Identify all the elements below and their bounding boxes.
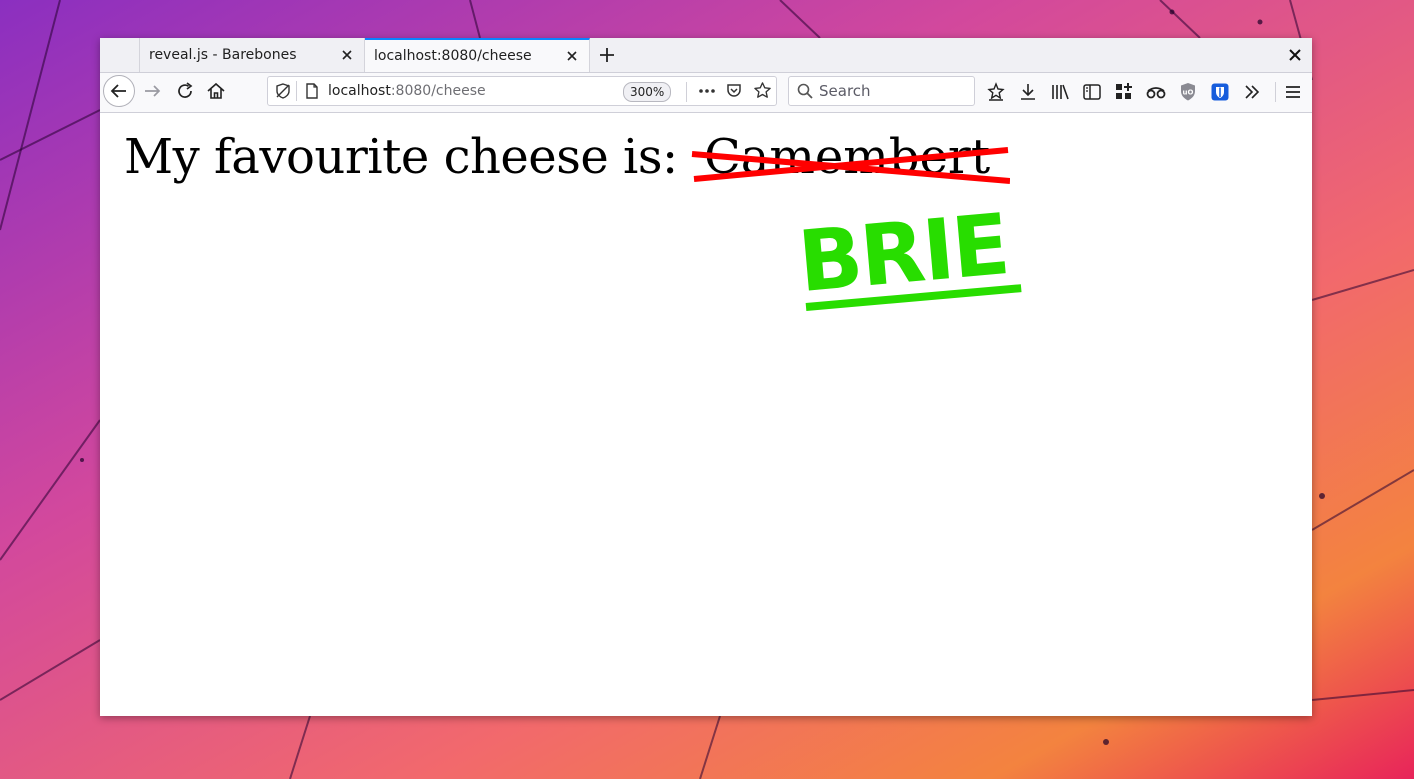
toolbar-divider: [1275, 82, 1276, 102]
bookmark-star-icon[interactable]: [753, 81, 772, 100]
ublock-icon[interactable]: uO: [1176, 80, 1200, 104]
browser-window: reveal.js - Barebones localhost:8080/che…: [100, 38, 1312, 716]
hamburger-menu-icon[interactable]: [1281, 80, 1305, 104]
tab-localhost-cheese[interactable]: localhost:8080/cheese: [365, 38, 590, 72]
tab-bar: reveal.js - Barebones localhost:8080/che…: [100, 38, 1312, 73]
zoom-level-badge[interactable]: 300%: [623, 82, 672, 102]
bookmark-menu-icon[interactable]: [984, 80, 1008, 104]
tab-bar-spacer: [100, 38, 140, 72]
url-divider: [686, 82, 687, 102]
search-icon: [796, 82, 814, 100]
search-placeholder: Search: [819, 82, 871, 100]
new-tab-icon[interactable]: [596, 44, 618, 66]
page-content: My favourite cheese is: Camembert BRIE: [100, 113, 1312, 716]
svg-text:uO: uO: [1183, 89, 1194, 97]
close-icon[interactable]: [565, 49, 579, 63]
url-host: localhost: [328, 83, 391, 99]
tab-label: localhost:8080/cheese: [374, 48, 532, 64]
home-icon[interactable]: [204, 79, 228, 103]
close-icon[interactable]: [340, 48, 354, 62]
extension-grid-icon[interactable]: [1112, 80, 1136, 104]
page-icon[interactable]: [304, 82, 320, 100]
url-divider: [296, 81, 297, 101]
sidebar-icon[interactable]: [1080, 80, 1104, 104]
url-path: :8080/cheese: [390, 83, 486, 99]
url-text[interactable]: localhost:8080/cheese: [328, 83, 486, 99]
forward-icon[interactable]: [141, 79, 165, 103]
tab-reveal-barebones[interactable]: reveal.js - Barebones: [140, 38, 365, 72]
tracker-icon[interactable]: [1144, 80, 1168, 104]
reload-icon[interactable]: [173, 79, 197, 103]
strike-through-marks: [691, 147, 1010, 184]
tracking-protection-icon[interactable]: [274, 82, 292, 100]
page-actions-icon[interactable]: [696, 82, 718, 100]
bitwarden-icon[interactable]: [1208, 80, 1232, 104]
overflow-icon[interactable]: [1240, 80, 1264, 104]
search-bar[interactable]: Search: [788, 76, 975, 106]
cheese-sentence: My favourite cheese is:: [124, 129, 678, 185]
pocket-icon[interactable]: [725, 82, 743, 100]
navigation-toolbar: localhost:8080/cheese 300% Search uO: [100, 73, 1312, 113]
back-icon[interactable]: [103, 75, 135, 107]
window-close-icon[interactable]: [1288, 48, 1302, 62]
library-icon[interactable]: [1048, 80, 1072, 104]
url-bar[interactable]: localhost:8080/cheese 300%: [267, 76, 777, 106]
download-icon[interactable]: [1016, 80, 1040, 104]
tab-label: reveal.js - Barebones: [149, 47, 297, 63]
